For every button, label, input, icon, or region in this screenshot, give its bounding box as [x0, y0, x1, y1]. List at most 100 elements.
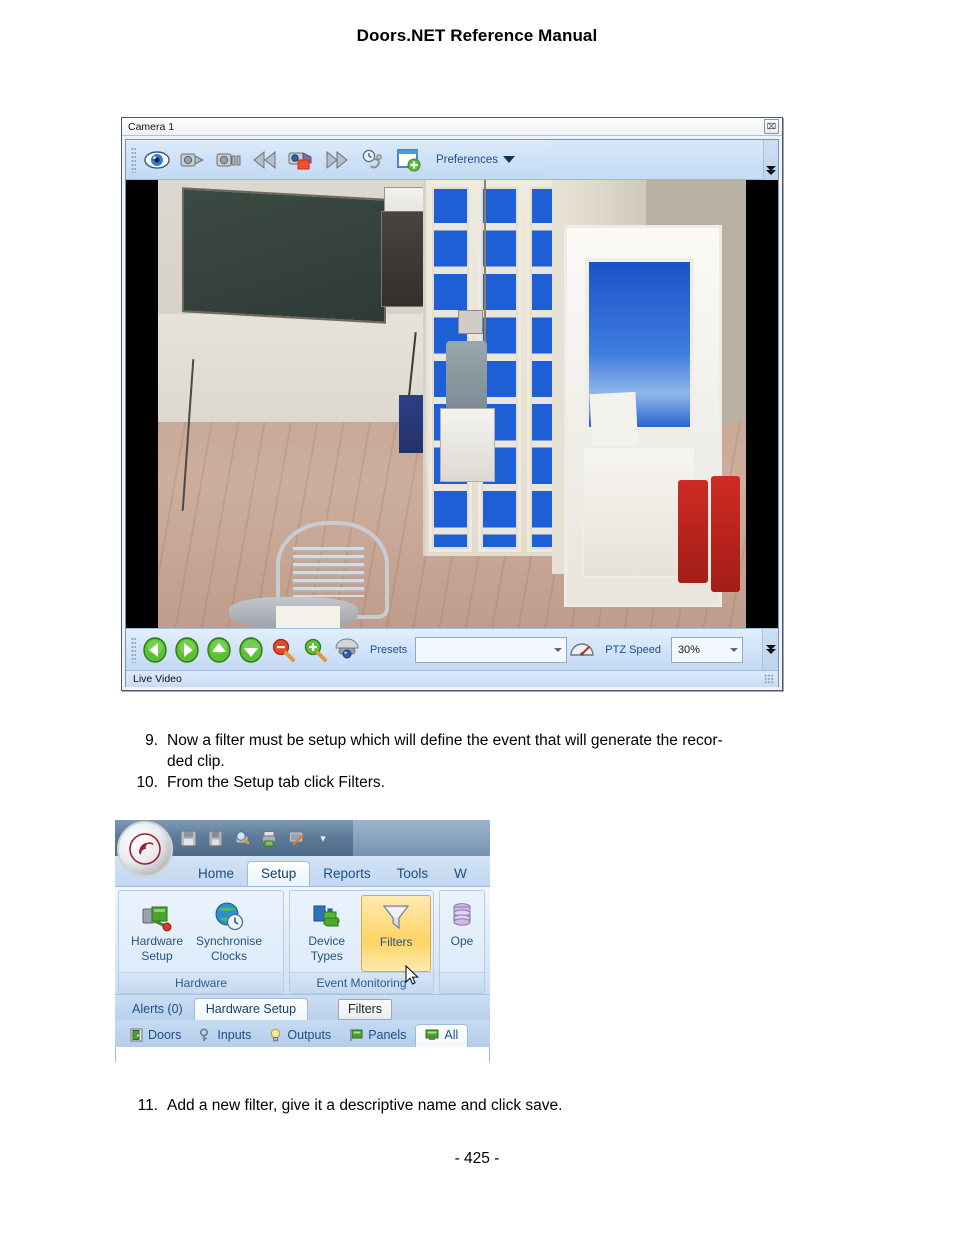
- sub-tab-inputs[interactable]: Inputs: [190, 1025, 260, 1047]
- ptz-speed-icon-button[interactable]: [567, 635, 597, 665]
- pan-right-button[interactable]: [172, 635, 202, 665]
- camera-window-titlebar: Camera 1 ⌧: [122, 118, 782, 136]
- save-button[interactable]: [177, 827, 199, 849]
- preferences-button[interactable]: Preferences: [436, 154, 516, 166]
- all-devices-icon: [425, 1029, 439, 1040]
- ribbon-item-label2: Setup: [141, 949, 173, 963]
- fast-forward-icon: [326, 150, 348, 169]
- panel-icon: [350, 1029, 363, 1041]
- print-icon: [261, 830, 276, 846]
- database-icon: [449, 898, 475, 934]
- door-icon: [130, 1028, 143, 1042]
- sub-tab-all[interactable]: All: [415, 1024, 469, 1047]
- customize-qat-button[interactable]: ▾: [312, 827, 334, 849]
- ptz-speed-value: 30%: [677, 643, 700, 656]
- dome-camera-button[interactable]: [332, 635, 362, 665]
- print-button[interactable]: [258, 827, 280, 849]
- list-item: 9. Now a filter must be setup which will…: [128, 730, 848, 751]
- ribbon-item-synchronise-clocks[interactable]: Synchronise Clocks: [193, 895, 265, 972]
- camera-window-body: Preferences Presets PTZ Speed 30% Live V…: [125, 139, 779, 687]
- tab-window[interactable]: W: [441, 862, 480, 886]
- camera-pause-button[interactable]: [212, 143, 246, 177]
- bird-logo-icon: [129, 833, 161, 865]
- presets-dropdown[interactable]: [415, 636, 568, 663]
- add-window-icon: [397, 148, 421, 171]
- arrow-down-icon: [239, 636, 263, 663]
- live-view-button[interactable]: [140, 143, 174, 177]
- tab-tools[interactable]: Tools: [384, 862, 442, 886]
- tab-filters[interactable]: Filters: [338, 999, 393, 1020]
- input-key-icon: [200, 1028, 209, 1041]
- zoom-out-button[interactable]: [268, 635, 298, 665]
- tab-reports[interactable]: Reports: [310, 862, 383, 886]
- synchronise-clocks-icon: [212, 898, 246, 934]
- ribbon-group-title: Hardware: [119, 972, 283, 993]
- page-title: Doors.NET Reference Manual: [356, 26, 598, 45]
- sub-tab-label: Outputs: [287, 1028, 332, 1042]
- ribbon-item-hardware-setup[interactable]: Hardware Setup: [121, 895, 193, 972]
- sub-tab-label: All: [444, 1028, 459, 1042]
- ptz-speed-label: PTZ Speed: [605, 643, 661, 656]
- toolbar-overflow-button[interactable]: [763, 140, 778, 180]
- sub-tab-outputs[interactable]: Outputs: [260, 1025, 340, 1047]
- rewind-button[interactable]: [248, 143, 282, 177]
- record-button[interactable]: [284, 143, 318, 177]
- tilt-down-button[interactable]: [236, 635, 266, 665]
- tab-setup[interactable]: Setup: [247, 861, 311, 886]
- chevron-down-icon: [554, 647, 563, 652]
- tab-home[interactable]: Home: [185, 862, 247, 886]
- zoom-out-icon: [272, 638, 295, 662]
- clock-timer-icon: [362, 149, 382, 168]
- device-sub-tab-strip: Doors Inputs Outputs Panels All: [115, 1020, 490, 1047]
- ribbon-content: Hardware Setup Synchronise Clocks Hardwa…: [115, 886, 490, 994]
- print-preview-button[interactable]: [231, 827, 253, 849]
- eye-icon: [144, 150, 170, 169]
- ribbon-item-operator[interactable]: Ope: [442, 895, 482, 972]
- save-as-icon: [208, 830, 222, 846]
- instruction-list-lower: 11. Add a new filter, give it a descript…: [128, 1095, 848, 1116]
- rewind-icon: [253, 150, 276, 169]
- scene-paper: [275, 605, 341, 628]
- toolbar-grip[interactable]: [131, 146, 136, 173]
- fast-forward-button[interactable]: [320, 143, 354, 177]
- tilt-up-button[interactable]: [204, 635, 234, 665]
- list-item: ded clip.: [128, 751, 848, 772]
- scene-fire-extinguisher: [678, 480, 708, 584]
- step-number: [128, 751, 158, 772]
- camera-status-bar: Live Video: [126, 670, 778, 687]
- screen-button[interactable]: [285, 827, 307, 849]
- close-icon[interactable]: ⌧: [764, 119, 779, 134]
- tab-hardware-setup[interactable]: Hardware Setup: [193, 998, 309, 1020]
- resize-grip-icon[interactable]: [764, 674, 774, 684]
- print-preview-icon: [235, 830, 249, 844]
- ptz-grip[interactable]: [131, 636, 136, 663]
- ptz-speed-dropdown[interactable]: 30%: [670, 636, 743, 663]
- step-number: 9.: [145, 732, 158, 749]
- scene-socket: [457, 309, 484, 335]
- camera-play-button[interactable]: [176, 143, 210, 177]
- chevron-down-icon: [503, 156, 516, 163]
- schedule-button[interactable]: [356, 143, 390, 177]
- mouse-pointer-icon: [405, 965, 419, 985]
- step-text: Add a new filter, give it a descriptive …: [167, 1097, 563, 1114]
- video-viewport[interactable]: [126, 180, 778, 628]
- screen-icon: [288, 831, 304, 845]
- scene-chair-slats: [293, 547, 364, 597]
- ribbon-item-filters[interactable]: Filters: [361, 895, 431, 972]
- tab-alerts[interactable]: Alerts (0): [121, 999, 194, 1020]
- new-window-button[interactable]: [392, 143, 426, 177]
- ribbon-item-device-types[interactable]: Device Types: [292, 895, 361, 972]
- scene-water-bottle: [446, 341, 488, 409]
- camera-window-title: Camera 1: [128, 120, 175, 133]
- application-orb-button[interactable]: [117, 821, 173, 877]
- lower-tab-strip: Alerts (0) Hardware Setup Filters: [115, 994, 490, 1020]
- sub-tab-panels[interactable]: Panels: [340, 1025, 415, 1047]
- sub-tab-doors[interactable]: Doors: [121, 1025, 190, 1047]
- ribbon-tab-strip: Home Setup Reports Tools W: [115, 856, 490, 886]
- sub-tab-label: Doors: [148, 1028, 182, 1042]
- ptz-overflow-button[interactable]: [762, 629, 778, 670]
- save-as-button[interactable]: [204, 827, 226, 849]
- zoom-in-button[interactable]: [300, 635, 330, 665]
- camcorder-play-icon: [180, 153, 205, 166]
- pan-left-button[interactable]: [140, 635, 170, 665]
